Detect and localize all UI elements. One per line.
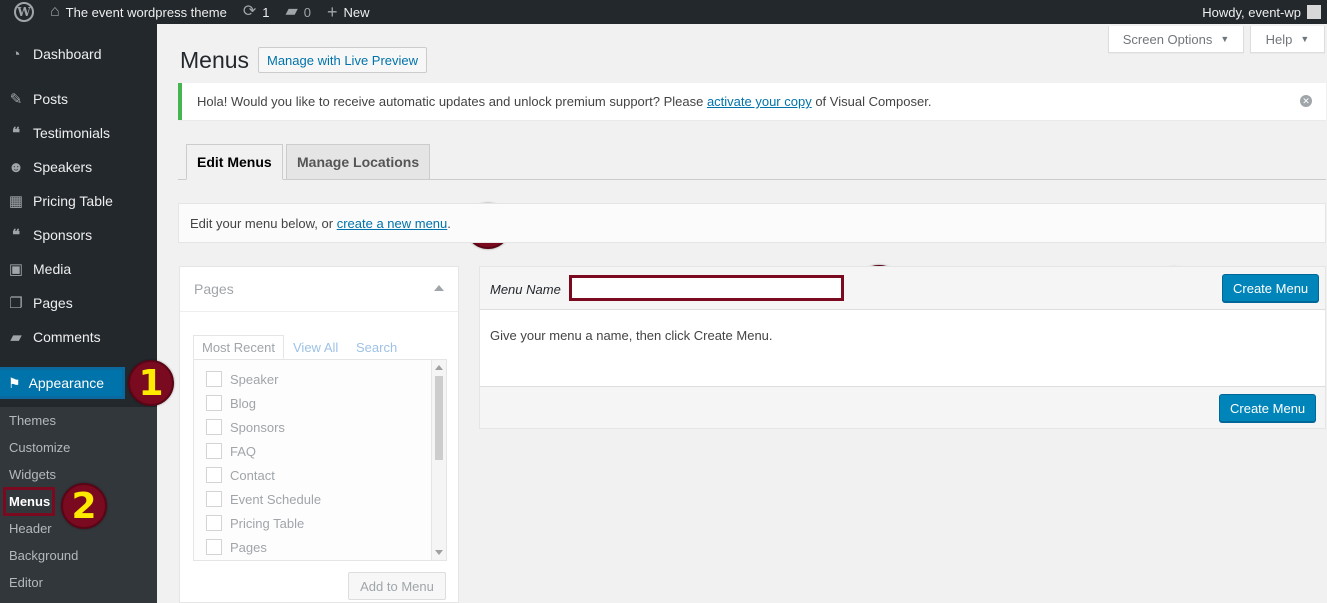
admin-bar: W ⌂ The event wordpress theme ⟳ 1 ▰ 0 + … [0, 0, 1327, 24]
quote-icon: ❝ [11, 227, 21, 244]
create-menu-button-top[interactable]: Create Menu [1222, 274, 1320, 302]
metabox-title[interactable]: Pages [194, 281, 234, 297]
list-item[interactable]: Blog [206, 395, 256, 411]
comments-link[interactable]: ▰ 0 [277, 0, 319, 24]
refresh-icon: ⟳ [242, 3, 257, 20]
list-item[interactable]: Speaker [206, 371, 278, 387]
submenu-item-themes[interactable]: Themes [9, 413, 56, 428]
manage-with-live-preview-button[interactable]: Manage with Live Preview [258, 47, 428, 73]
plus-icon: + [327, 2, 338, 22]
list-item[interactable]: Pages [206, 539, 267, 555]
caret-down-icon: ▼ [1300, 34, 1310, 44]
sidebar-item-dashboard[interactable]: ◔ Dashboard [0, 37, 157, 71]
create-menu-button-bottom[interactable]: Create Menu [1219, 394, 1317, 422]
page-title: Menus [180, 47, 250, 73]
menu-editor-header: Menu Name Create Menu [480, 267, 1325, 310]
menu-editor-footer: Create Menu [480, 386, 1325, 428]
checkbox[interactable] [206, 515, 222, 531]
caret-down-icon: ▼ [1220, 34, 1230, 44]
comment-icon: ▰ [10, 329, 22, 346]
wordpress-logo-icon[interactable]: W [0, 0, 42, 24]
tab-view-all[interactable]: View All [285, 335, 346, 359]
paintbrush-icon: ⚑ [8, 374, 21, 391]
sidebar-item-speakers[interactable]: ☻ Speakers [0, 150, 157, 184]
new-content-link[interactable]: + New [319, 0, 378, 24]
list-item[interactable]: FAQ [206, 443, 256, 459]
list-item[interactable]: Pricing Table [206, 515, 304, 531]
sidebar-item-pricing-table[interactable]: ▦ Pricing Table [0, 184, 157, 218]
pages-checklist: Speaker Blog Sponsors FAQ Contact Event … [193, 359, 447, 561]
sidebar-item-posts[interactable]: ✎ Posts [0, 82, 157, 116]
submenu-item-customize[interactable]: Customize [9, 440, 70, 455]
media-icon: ▣ [8, 261, 24, 278]
pin-icon: ✎ [9, 91, 23, 108]
home-icon: ⌂ [50, 3, 60, 20]
sidebar-item-sponsors[interactable]: ❝ Sponsors [0, 218, 157, 252]
group-icon: ☻ [8, 158, 24, 176]
list-item[interactable]: Event Schedule [206, 491, 321, 507]
submenu-item-background[interactable]: Background [9, 548, 78, 563]
annotation-badge-2: 2 [61, 483, 107, 529]
tab-edit-menus[interactable]: Edit Menus [186, 144, 283, 180]
sidebar-item-pages[interactable]: ❐ Pages [0, 286, 157, 320]
checkbox[interactable] [206, 395, 222, 411]
menu-name-input[interactable] [569, 275, 844, 301]
sitemap-icon: ▦ [8, 193, 24, 210]
checkbox[interactable] [206, 371, 222, 387]
checkbox[interactable] [206, 419, 222, 435]
screen-options-button[interactable]: Screen Options ▼ [1108, 26, 1244, 53]
add-to-menu-button[interactable]: Add to Menu [348, 572, 446, 600]
admin-notice: Hola! Would you like to receive automati… [178, 83, 1326, 120]
scroll-down-arrow-icon[interactable] [435, 550, 443, 555]
manage-menus-bar: Edit your menu below, or create a new me… [178, 203, 1326, 243]
pages-icon: ❐ [9, 295, 23, 312]
menu-name-label: Menu Name [490, 282, 561, 297]
updates-link[interactable]: ⟳ 1 [235, 0, 278, 24]
site-name-link[interactable]: ⌂ The event wordpress theme [42, 0, 235, 24]
scrollbar[interactable] [431, 360, 446, 560]
pages-metabox: Pages Most Recent View All Search Speake… [179, 266, 459, 603]
create-new-menu-link[interactable]: create a new menu [337, 216, 448, 231]
checkbox[interactable] [206, 491, 222, 507]
sidebar-item-appearance[interactable]: ⚑ Appearance [0, 367, 125, 399]
dismiss-icon[interactable]: ✕ [1300, 95, 1312, 107]
sidebar-item-media[interactable]: ▣ Media [0, 252, 157, 286]
account-menu[interactable]: Howdy, event-wp [1194, 0, 1327, 24]
tab-manage-locations[interactable]: Manage Locations [286, 144, 431, 180]
comment-bubble-icon: ▰ [285, 3, 298, 20]
menu-editor-instruction: Give your menu a name, then click Create… [490, 328, 773, 343]
checkbox[interactable] [206, 467, 222, 483]
checkbox[interactable] [206, 443, 222, 459]
tab-most-recent[interactable]: Most Recent [193, 335, 284, 359]
help-button[interactable]: Help ▼ [1250, 26, 1325, 53]
collapse-arrow-icon[interactable] [434, 285, 444, 291]
menu-editor: Menu Name Create Menu Give your menu a n… [479, 266, 1326, 429]
activate-copy-link[interactable]: activate your copy [707, 94, 812, 109]
sidebar-item-comments[interactable]: ▰ Comments [0, 320, 157, 354]
checkbox[interactable] [206, 539, 222, 555]
scroll-up-arrow-icon[interactable] [435, 365, 443, 370]
sidebar-item-testimonials[interactable]: ❝ Testimonials [0, 116, 157, 150]
quote-icon: ❝ [11, 125, 21, 142]
annotation-badge-1: 1 [128, 360, 174, 406]
list-item[interactable]: Sponsors [206, 419, 285, 435]
list-item[interactable]: Contact [206, 467, 275, 483]
scroll-thumb[interactable] [435, 376, 443, 460]
avatar [1307, 5, 1321, 19]
submenu-item-widgets[interactable]: Widgets [9, 467, 56, 482]
highlight-menus [3, 487, 55, 516]
submenu-item-editor[interactable]: Editor [9, 575, 43, 590]
tab-search[interactable]: Search [348, 335, 405, 359]
submenu-item-header[interactable]: Header [9, 521, 52, 536]
dashboard-icon: ◔ [11, 45, 21, 63]
